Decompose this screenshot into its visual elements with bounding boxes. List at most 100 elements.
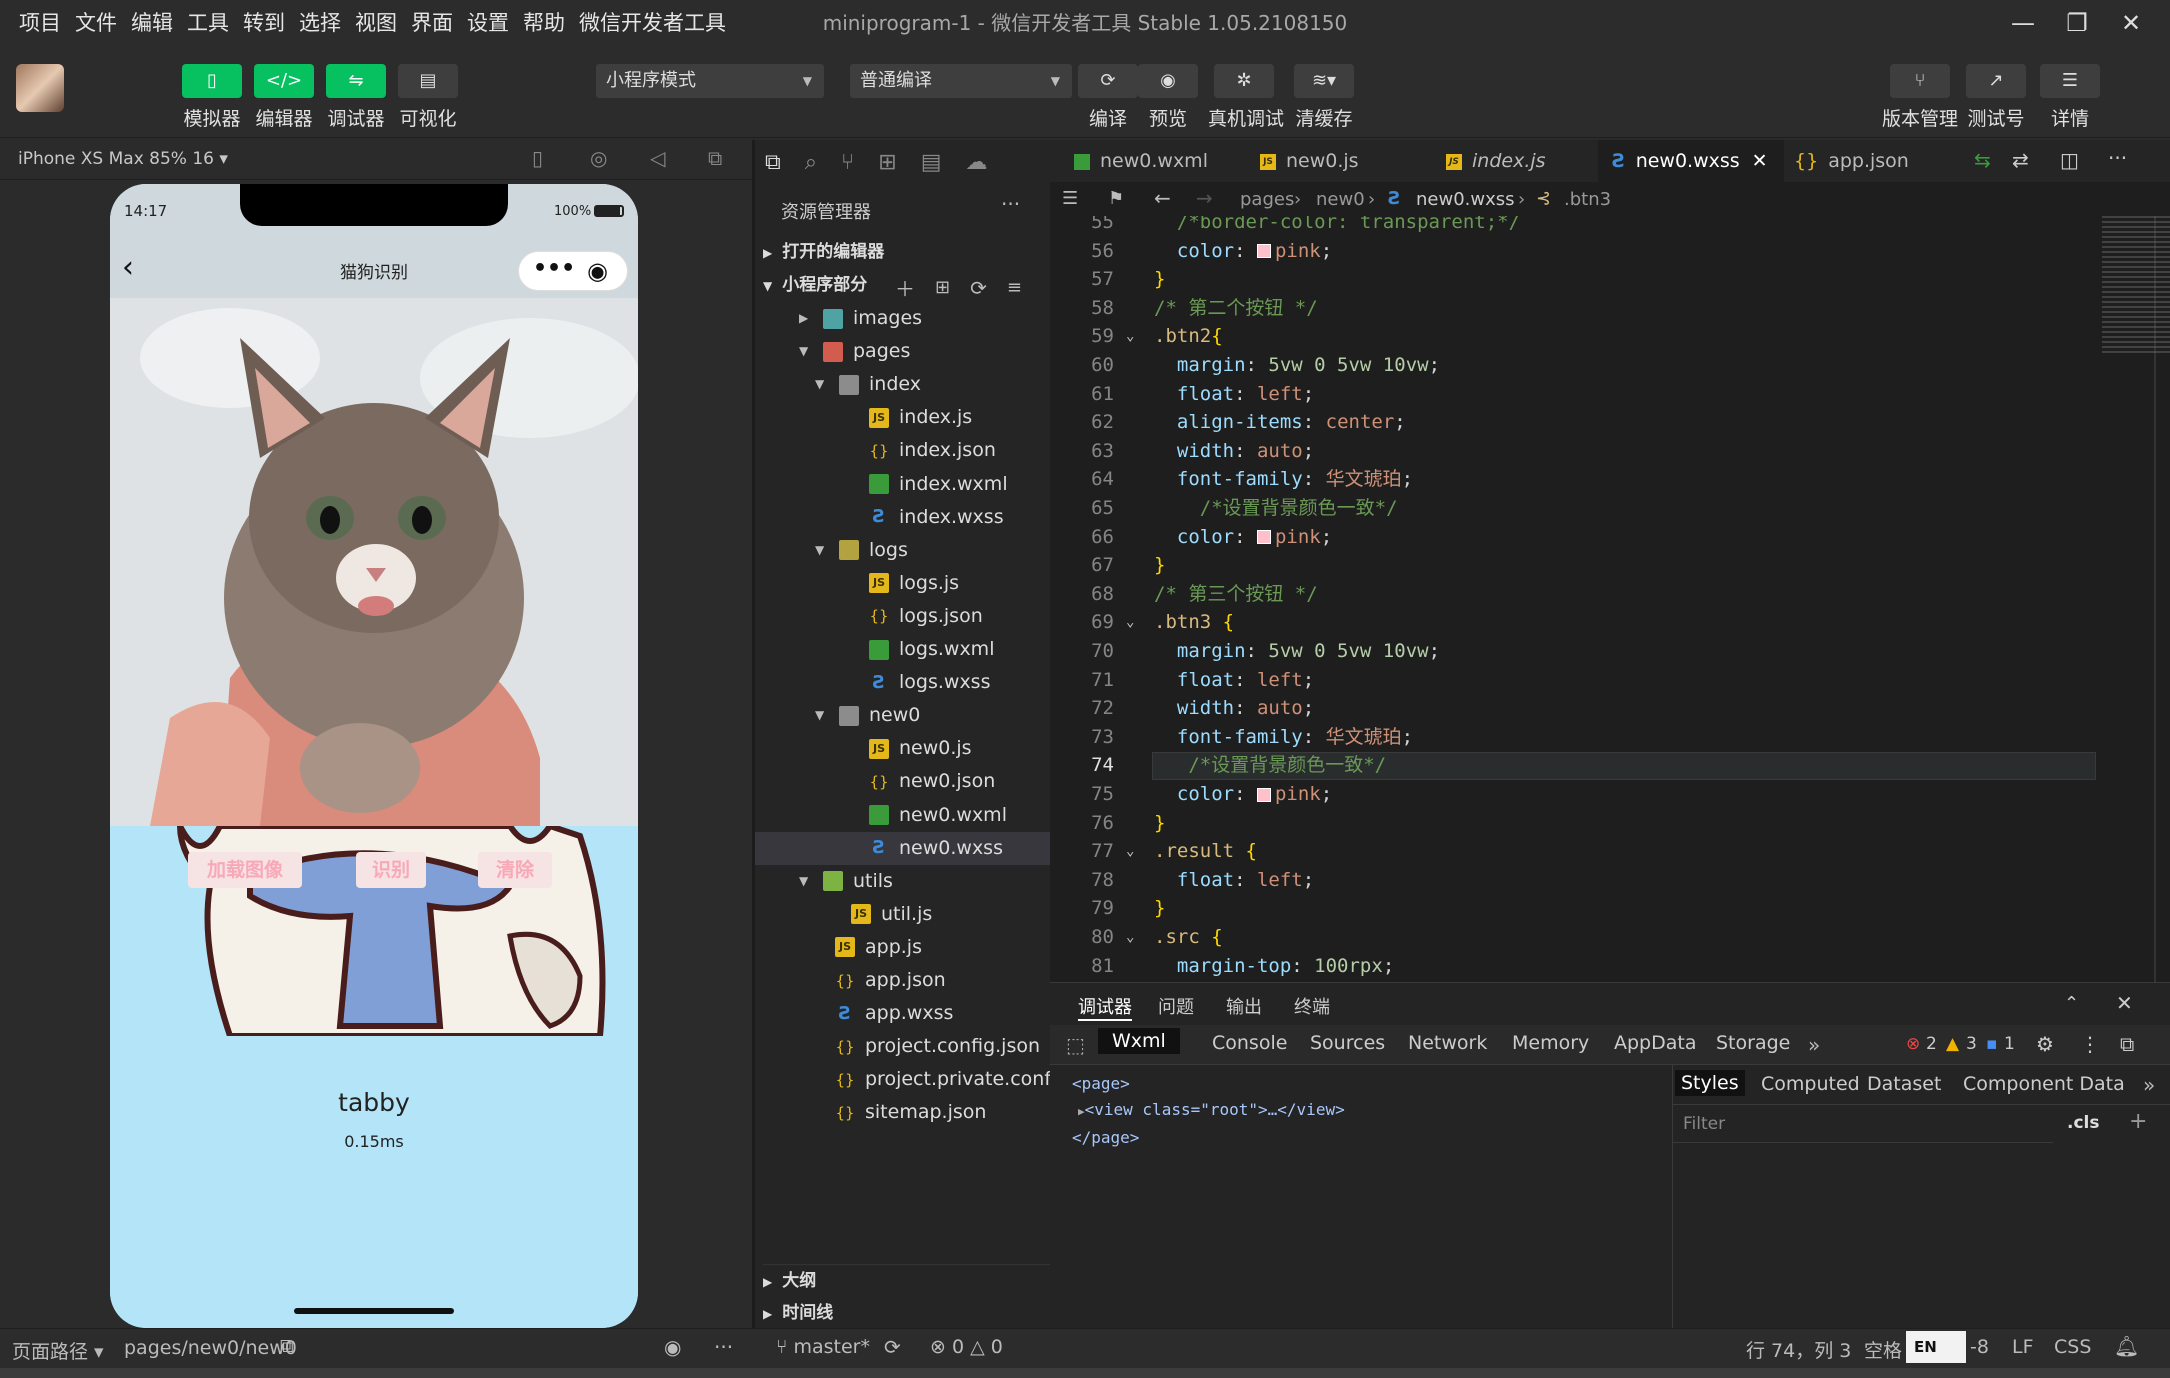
panel-tab[interactable]: 调试器	[1078, 993, 1132, 1021]
encoding[interactable]: -8	[1970, 1336, 1989, 1358]
tree-file[interactable]: index.wxml	[755, 468, 1051, 501]
code-line[interactable]: 59 ⌄ .btn2{	[1050, 322, 2110, 351]
identify-button[interactable]: 识别	[356, 852, 426, 888]
code-editor[interactable]: 55 /*border-color: transparent;*/56 colo…	[1050, 216, 2170, 982]
tree-file[interactable]: Ƨnew0.wxss	[755, 831, 1051, 865]
menu-item[interactable]: 工具	[180, 0, 236, 46]
tree-folder[interactable]: ▼ index	[755, 368, 1051, 401]
back-arrow-icon[interactable]: ←	[1154, 186, 1171, 210]
record-icon[interactable]: ◎	[590, 146, 607, 170]
tree-file[interactable]: new0.wxml	[755, 799, 1051, 832]
code-line[interactable]: 72 width: auto;	[1050, 694, 2110, 723]
indent-setting[interactable]: 空格	[1864, 1336, 1902, 1363]
menu-item[interactable]: 选择	[292, 0, 348, 46]
breadcrumb-item[interactable]: new0.wxss	[1416, 189, 1515, 210]
code-line[interactable]: 70 margin: 5vw 0 5vw 10vw;	[1050, 637, 2110, 666]
dom-node[interactable]: <view class="root">…</view>	[1085, 1100, 1345, 1119]
list-icon[interactable]: ☰	[1062, 188, 1078, 209]
code-line[interactable]: 77 ⌄ .result {	[1050, 837, 2110, 866]
git-icon[interactable]: ⑂	[841, 150, 854, 175]
tree-folder[interactable]: ▼ utils	[755, 865, 1051, 898]
forward-arrow-icon[interactable]: →	[1196, 186, 1213, 210]
tree-file[interactable]: JS index.js	[755, 401, 1051, 434]
devtools-tab[interactable]: AppData	[1614, 1032, 1697, 1054]
devtools-tab[interactable]: Network	[1408, 1032, 1487, 1054]
mode-select[interactable]: 小程序模式 ▼	[596, 64, 824, 98]
minimap[interactable]	[2102, 216, 2170, 356]
open-editors-section[interactable]: ▶ 打开的编辑器	[763, 236, 884, 269]
compile-button[interactable]: ⟳	[1078, 64, 1138, 98]
double-chevron-icon[interactable]: »	[1808, 1033, 1820, 1057]
sync-icon[interactable]: ⟳	[884, 1335, 901, 1359]
kebab-menu-icon[interactable]: ⋮	[2080, 1032, 2100, 1056]
avatar[interactable]	[16, 64, 64, 112]
load-image-button[interactable]: 加载图像	[188, 852, 302, 888]
breadcrumb-item[interactable]: new0	[1316, 189, 1365, 210]
chevron-down-icon[interactable]: ▼	[799, 335, 808, 368]
code-line[interactable]: 55 /*border-color: transparent;*/	[1050, 216, 2110, 237]
styles-tab[interactable]: Computed	[1761, 1073, 1860, 1095]
close-circle-icon[interactable]: ◉	[587, 257, 608, 285]
copy-icon[interactable]: ⧉	[280, 1335, 294, 1357]
split-editor-icon[interactable]: ◫	[2060, 148, 2079, 172]
clear-button[interactable]: 清除	[478, 852, 552, 888]
files-icon[interactable]: ⧉	[765, 150, 781, 175]
code-line[interactable]: 69 ⌄ .btn3 {	[1050, 608, 2110, 637]
tree-file[interactable]: Ƨlogs.wxss	[755, 666, 1051, 699]
tree-file[interactable]: JS new0.js	[755, 732, 1051, 765]
collapse-icon[interactable]: ≡	[1007, 277, 1022, 298]
tree-folder[interactable]: ▼ logs	[755, 534, 1051, 567]
fold-chevron-icon[interactable]: ⌄	[1126, 322, 1134, 351]
preview-button[interactable]: ◉	[1138, 64, 1198, 98]
close-tab-icon[interactable]: ✕	[1752, 150, 1768, 172]
refresh-icon[interactable]: ⟳	[970, 276, 987, 300]
tab-new0-wxss[interactable]: Ƨnew0.wxss ✕	[1598, 140, 1784, 182]
new-file-icon[interactable]: ＋	[895, 273, 915, 302]
code-line[interactable]: 80 ⌄ .src {	[1050, 923, 2110, 952]
simulator-toggle-button[interactable]: ▯	[182, 64, 242, 98]
more-icon[interactable]: ···	[2108, 146, 2127, 170]
fold-chevron-icon[interactable]: ⌄	[1126, 608, 1134, 637]
settings-gear-icon[interactable]: ⚙	[2036, 1032, 2054, 1056]
code-line[interactable]: 81 margin-top: 100rpx;	[1050, 952, 2110, 981]
styles-filter-input[interactable]: Filter	[1673, 1105, 2053, 1143]
more-icon[interactable]: ···	[1001, 192, 1020, 216]
git-branch[interactable]: ⑂ master*	[776, 1336, 870, 1358]
chevron-right-icon[interactable]: ▶	[799, 302, 808, 335]
fold-chevron-icon[interactable]: ⌄	[1126, 837, 1134, 866]
tree-folder[interactable]: ▶ images	[755, 302, 1051, 335]
outline-section[interactable]: ▶ 大纲	[763, 1264, 1053, 1297]
undock-icon[interactable]: ⧉	[2120, 1032, 2134, 1056]
dom-node[interactable]: </page>	[1072, 1125, 1345, 1151]
more-icon[interactable]: ···	[714, 1335, 733, 1359]
test-account-button[interactable]: ↗	[1966, 64, 2026, 98]
device-select[interactable]: iPhone XS Max 85% 16 ▾	[18, 149, 228, 169]
code-line[interactable]: 74 /*设置背景颜色一致*/	[1050, 751, 2110, 780]
tree-file[interactable]: {} sitemap.json	[755, 1096, 1051, 1129]
tree-file[interactable]: {} logs.json	[755, 600, 1051, 633]
tree-file[interactable]: {} project.private.config.js...	[755, 1063, 1107, 1096]
tree-file[interactable]: Ƨindex.wxss	[755, 501, 1051, 534]
dom-node-row[interactable]: ▶<view class="root">…</view>	[1072, 1097, 1345, 1125]
tree-file[interactable]: {} index.json	[755, 434, 1051, 467]
plus-icon[interactable]: +	[2129, 1109, 2147, 1134]
panel-tab[interactable]: 问题	[1158, 993, 1194, 1019]
code-line[interactable]: 66 color: pink;	[1050, 523, 2110, 552]
tree-folder[interactable]: ▼ pages	[755, 335, 1051, 368]
project-section[interactable]: ▼ 小程序部分	[763, 269, 867, 302]
panel-tab[interactable]: 输出	[1226, 993, 1262, 1019]
code-line[interactable]: 76}	[1050, 809, 2110, 838]
code-line[interactable]: 65 /*设置背景颜色一致*/	[1050, 494, 2110, 523]
clear-cache-button[interactable]: ≋▾	[1294, 64, 1354, 98]
code-line[interactable]: 62 align-items: center;	[1050, 408, 2110, 437]
tree-file[interactable]: JS app.js	[755, 931, 1051, 964]
devtools-tab[interactable]: Storage	[1716, 1032, 1790, 1054]
styles-tab[interactable]: Dataset	[1867, 1073, 1941, 1095]
tree-file[interactable]: {} new0.json	[755, 765, 1051, 798]
devtools-tab[interactable]: Wxml	[1098, 1028, 1180, 1054]
tree-file[interactable]: {} project.config.json	[755, 1030, 1051, 1063]
code-line[interactable]: 63 width: auto;	[1050, 437, 2110, 466]
menu-item[interactable]: 视图	[348, 0, 404, 46]
eye-icon[interactable]: ◉	[664, 1335, 681, 1359]
styles-tab[interactable]: Styles	[1675, 1070, 1745, 1096]
